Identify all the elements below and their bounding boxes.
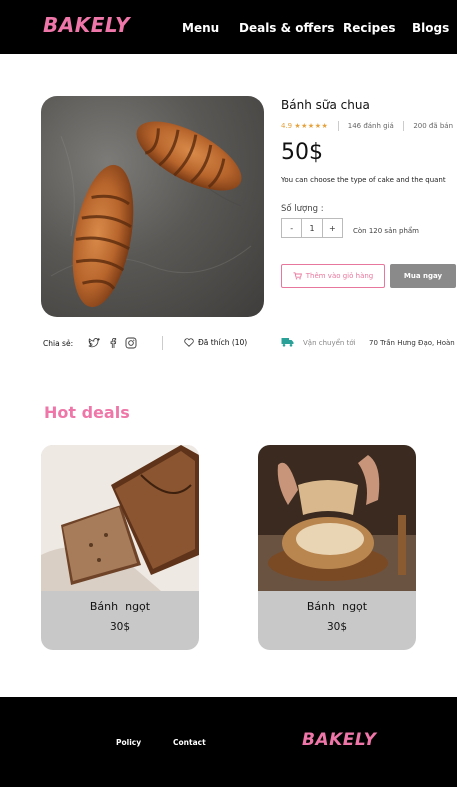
product-title: Bánh sữa chua [281,98,370,112]
quantity-label: Số lượng : [281,204,324,214]
facebook-icon[interactable] [107,337,119,349]
shipping-label: Vận chuyển tới [303,339,356,347]
quantity-stepper: - 1 + [281,218,343,238]
heart-icon [184,338,194,347]
star-rating-icon: ★★★★★ [294,122,329,130]
buy-now-button[interactable]: Mua ngay [390,264,456,288]
instagram-icon[interactable] [125,337,137,349]
product-description: You can choose the type of cake and the … [281,176,446,184]
croissant-photo-illustration [50,121,252,308]
add-to-cart-button[interactable]: Thêm vào giỏ hàng [281,264,385,288]
deal-card[interactable]: Bánh ngọt 30$ [41,445,199,650]
like-count-label: Đã thích (10) [198,338,248,347]
deal-name: Bánh ngọt [306,600,368,613]
nav-recipes[interactable]: Recipes [343,21,395,35]
truck-icon [281,338,294,347]
quantity-plus-button[interactable]: + [323,219,342,237]
banana-bread-image [41,445,199,591]
deal-price: 30$ [326,621,348,633]
bread-loaf-image [258,445,416,591]
deal-name: Bánh ngọt [89,600,151,613]
sold-count: 200 đã bán [413,122,454,130]
shipping-address[interactable]: 70 Trần Hưng Đạo, Hoàn [369,339,455,347]
footer-link-policy[interactable]: Policy [116,738,141,747]
cart-icon [293,272,302,280]
footer [0,697,457,787]
quantity-input[interactable]: 1 [301,219,323,237]
like-button[interactable]: Đã thích (10) [184,338,247,347]
divider [162,336,163,350]
quantity-minus-button[interactable]: - [282,219,301,237]
divider [337,121,339,131]
share-label: Chia sẻ: [43,339,74,348]
rating-row: 4.9 ★★★★★ 146 đánh giá 200 đã bán [281,121,453,131]
add-to-cart-label: Thêm vào giỏ hàng [305,272,374,280]
nav-blogs[interactable]: Blogs [412,21,449,35]
deal-card[interactable]: Bánh ngọt 30$ [258,445,416,650]
divider [403,121,405,131]
top-header: BAKELY Menu Deals & offers Recipes Blogs [0,0,457,54]
stock-remaining: Còn 120 sản phẩm [353,227,420,235]
deal-price: 30$ [109,621,131,633]
nav-menu[interactable]: Menu [182,21,219,35]
review-count[interactable]: 146 đánh giá [348,122,394,130]
footer-link-contact[interactable]: Contact [173,738,206,747]
brand-logo[interactable]: BAKELY [43,13,130,37]
product-price: 50$ [281,140,323,165]
nav-deals-offers[interactable]: Deals & offers [239,21,334,35]
twitter-icon[interactable] [88,337,100,349]
hot-deals-title: Hot deals [44,403,130,422]
footer-logo[interactable]: BAKELY [302,730,376,750]
product-image [41,96,264,317]
rating-score: 4.9 [281,122,293,130]
